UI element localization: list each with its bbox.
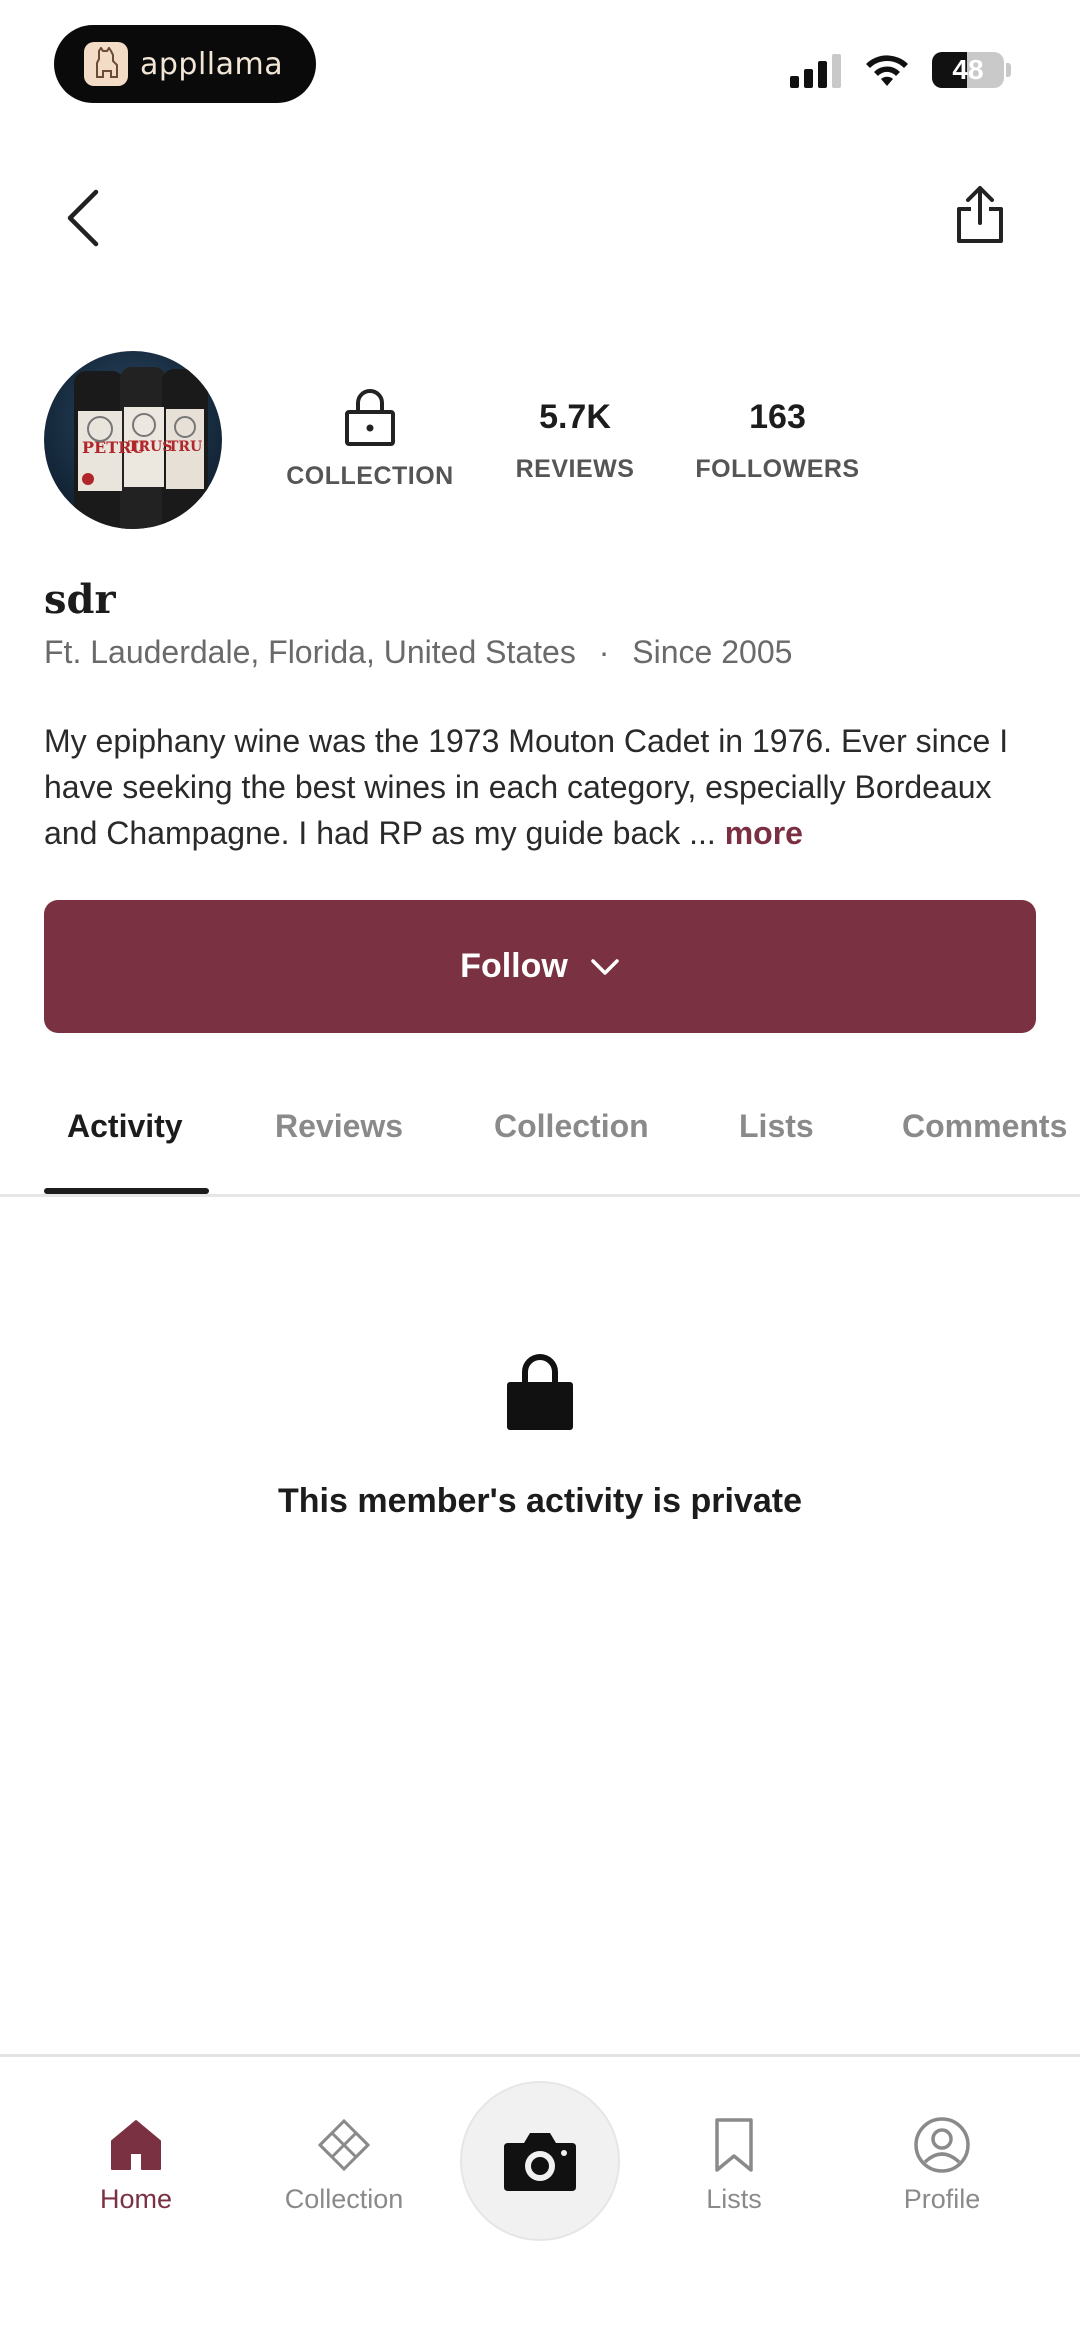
- private-lock-icon: [505, 1354, 575, 1437]
- bio-text: My epiphany wine was the 1973 Mouton Cad…: [44, 723, 1009, 851]
- more-link[interactable]: more: [725, 815, 803, 851]
- follow-button[interactable]: Follow: [44, 900, 1036, 1033]
- bookmark-icon: [644, 2114, 824, 2176]
- battery-tip: [1006, 63, 1011, 77]
- llama-logo-icon: [84, 42, 128, 86]
- screen-recorder-pill: appllama: [54, 25, 316, 103]
- location-line: Ft. Lauderdale, Florida, United States ·…: [44, 634, 792, 671]
- stat-followers-label: FOLLOWERS: [695, 455, 860, 483]
- collection-grid-icon: [254, 2114, 434, 2176]
- stat-followers-value: 163: [749, 398, 806, 436]
- profile-tabs: Activity Reviews Collection Lists Commen…: [0, 1100, 1080, 1196]
- stat-reviews[interactable]: 5.7K REVIEWS: [500, 398, 650, 484]
- battery-icon: 48: [932, 52, 1004, 88]
- stat-collection-label: COLLECTION: [286, 462, 454, 490]
- tab-reviews[interactable]: Reviews: [275, 1108, 403, 1145]
- member-since: Since 2005: [632, 634, 793, 670]
- nav-home[interactable]: Home: [46, 2114, 226, 2215]
- svg-text:TRUS: TRUS: [128, 439, 172, 455]
- stat-reviews-label: REVIEWS: [515, 455, 635, 483]
- tabs-divider: [0, 1194, 1080, 1197]
- avatar: PETRU TRUS TRU: [44, 351, 222, 529]
- bio: My epiphany wine was the 1973 Mouton Cad…: [44, 718, 1044, 856]
- private-notice: This member's activity is private: [278, 1482, 802, 1520]
- stat-collection[interactable]: COLLECTION: [280, 388, 460, 491]
- nav-collection-label: Collection: [284, 2184, 404, 2214]
- tab-comments[interactable]: Comments: [902, 1108, 1067, 1145]
- home-icon: [46, 2114, 226, 2176]
- username: sdr: [44, 576, 116, 623]
- share-icon: [957, 186, 1003, 243]
- nav-profile[interactable]: Profile: [852, 2114, 1032, 2215]
- nav-collection[interactable]: Collection: [254, 2114, 434, 2215]
- separator: ·: [598, 634, 610, 670]
- wifi-icon: [862, 50, 912, 93]
- follow-label: Follow: [460, 947, 568, 985]
- tab-lists[interactable]: Lists: [739, 1108, 814, 1145]
- back-button[interactable]: [56, 186, 108, 250]
- svg-text:TRU: TRU: [168, 439, 202, 455]
- nav-lists-label: Lists: [706, 2184, 762, 2214]
- tab-collection[interactable]: Collection: [494, 1108, 649, 1145]
- chevron-left-icon: [67, 189, 99, 247]
- location: Ft. Lauderdale, Florida, United States: [44, 634, 576, 670]
- camera-icon: [504, 2133, 576, 2191]
- cellular-signal-icon: [790, 52, 841, 88]
- tab-activity[interactable]: Activity: [67, 1108, 183, 1145]
- nav-profile-label: Profile: [903, 2184, 981, 2214]
- bottom-nav-divider: [0, 2054, 1080, 2057]
- camera-button[interactable]: [460, 2081, 620, 2241]
- lock-icon: [280, 388, 460, 446]
- profile-icon: [852, 2114, 1032, 2176]
- chevron-down-icon: [591, 958, 619, 975]
- nav-lists[interactable]: Lists: [644, 2114, 824, 2215]
- stat-reviews-value: 5.7K: [539, 398, 611, 436]
- stat-followers[interactable]: 163 FOLLOWERS: [690, 398, 865, 484]
- app-name: appllama: [140, 46, 284, 82]
- battery-percentage: 48: [952, 54, 984, 85]
- share-button[interactable]: [950, 182, 1010, 248]
- nav-home-label: Home: [99, 2184, 173, 2214]
